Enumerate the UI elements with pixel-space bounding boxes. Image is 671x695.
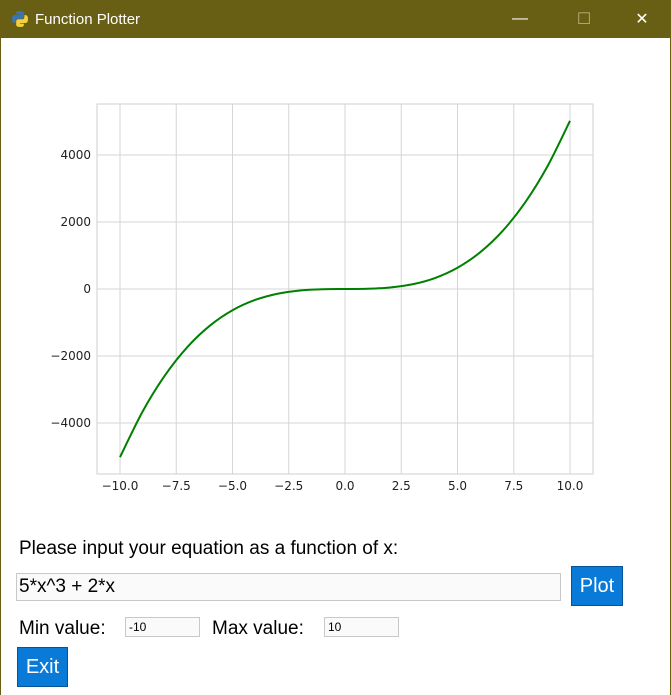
title-bar[interactable]: Function Plotter — ☐ ✕ — [1, 0, 671, 38]
x-tick-label: −7.5 — [162, 479, 191, 493]
x-tick-label: 7.5 — [504, 479, 523, 493]
window-title: Function Plotter — [35, 11, 141, 28]
maximize-button[interactable]: ☐ — [561, 0, 607, 38]
y-tick-label: −4000 — [50, 416, 91, 430]
x-tick-label: 2.5 — [392, 479, 411, 493]
maximize-icon: ☐ — [576, 11, 592, 28]
plot-chart: −10.0 −7.5 −5.0 −2.5 0.0 2.5 5.0 7.5 10.0 4000 200… — [50, 103, 594, 493]
equation-input[interactable] — [16, 573, 561, 601]
app-window: Function Plotter — ☐ ✕ −10.0 −7.5 −5.0 −2.5… — [0, 0, 671, 695]
y-tick-label: −2000 — [50, 349, 91, 363]
max-value-input[interactable] — [324, 617, 399, 637]
x-tick-label: −5.0 — [218, 479, 247, 493]
x-tick-label: 0.0 — [335, 479, 354, 493]
minimize-icon: — — [512, 10, 528, 27]
x-tick-label: −10.0 — [102, 479, 139, 493]
close-icon: ✕ — [635, 11, 649, 28]
equation-prompt: Please input your equation as a function… — [19, 538, 399, 559]
x-tick-label: −2.5 — [274, 479, 303, 493]
min-value-input[interactable] — [125, 617, 200, 637]
plot-button[interactable]: Plot — [571, 566, 623, 606]
exit-button[interactable]: Exit — [17, 647, 68, 687]
max-value-label: Max value: — [212, 618, 304, 639]
close-button[interactable]: ✕ — [619, 0, 665, 38]
y-tick-label: 4000 — [60, 148, 91, 162]
minimize-button[interactable]: — — [497, 0, 543, 38]
x-tick-label: 10.0 — [557, 479, 584, 493]
y-tick-label: 0 — [83, 282, 91, 296]
min-value-label: Min value: — [19, 618, 106, 639]
python-icon — [12, 11, 28, 27]
x-tick-label: 5.0 — [448, 479, 467, 493]
y-tick-label: 2000 — [60, 215, 91, 229]
